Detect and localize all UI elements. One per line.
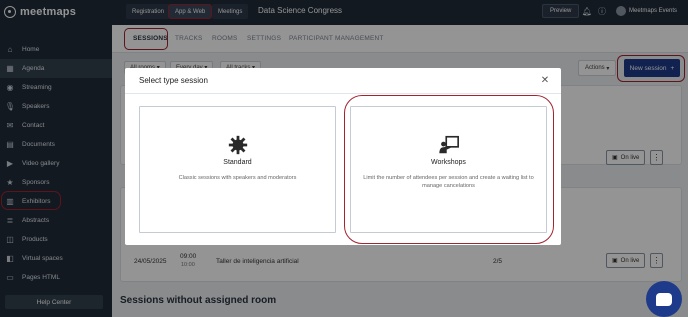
- standard-session-option[interactable]: Standard Classic sessions with speakers …: [139, 106, 336, 233]
- chat-icon: [656, 292, 672, 306]
- close-icon[interactable]: ✕: [539, 74, 551, 86]
- chat-widget-button[interactable]: [646, 281, 682, 317]
- select-session-type-modal: Select type session ✕ Standard Classic s…: [125, 68, 561, 245]
- option-description: Classic sessions with speakers and moder…: [178, 175, 297, 181]
- modal-title: Select type session: [139, 76, 208, 85]
- presentation-icon: [438, 135, 459, 154]
- modal-divider: [125, 93, 561, 94]
- option-title: Workshops: [431, 159, 466, 166]
- gear-icon: [228, 135, 247, 155]
- option-title: Standard: [223, 159, 252, 166]
- option-description: Limit the number of attendees per sessio…: [363, 175, 534, 189]
- workshops-session-option[interactable]: Workshops Limit the number of attendees …: [350, 106, 547, 233]
